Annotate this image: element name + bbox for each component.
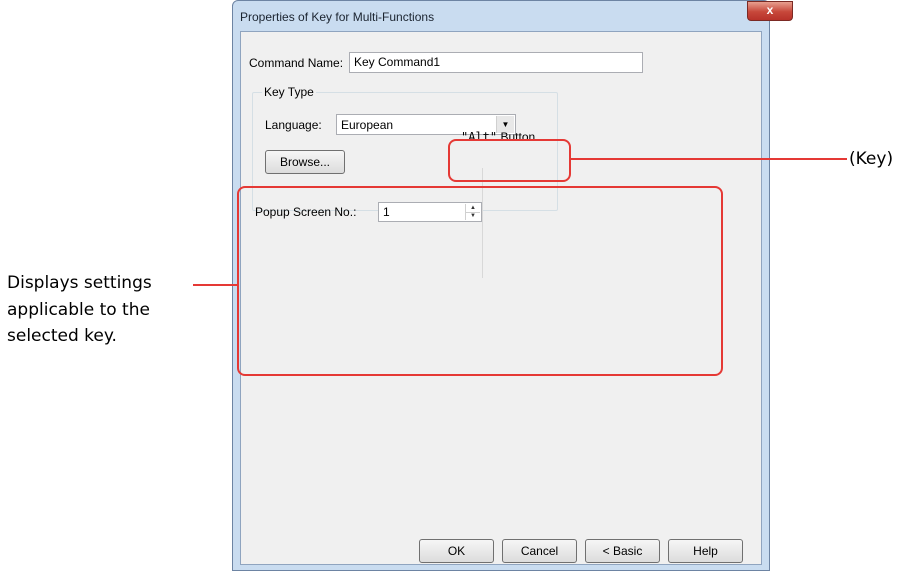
key-type-group-title: Key Type bbox=[262, 85, 316, 99]
close-button[interactable]: x bbox=[747, 1, 793, 21]
key-callout-line bbox=[571, 158, 847, 160]
key-callout-text: (Key) bbox=[849, 149, 894, 169]
settings-highlight-box bbox=[237, 186, 723, 376]
settings-callout-line2: applicable to the bbox=[7, 300, 150, 320]
settings-callout-line3: selected key. bbox=[7, 326, 117, 346]
command-name-label: Command Name: bbox=[249, 56, 344, 70]
basic-button[interactable]: < Basic bbox=[585, 539, 660, 563]
language-selected-value: European bbox=[341, 118, 394, 132]
settings-callout-line bbox=[193, 284, 237, 286]
browse-button[interactable]: Browse... bbox=[265, 150, 345, 174]
cancel-button[interactable]: Cancel bbox=[502, 539, 577, 563]
close-icon: x bbox=[747, 1, 793, 21]
language-label: Language: bbox=[265, 118, 322, 132]
key-highlight-box bbox=[448, 139, 571, 182]
window-title: Properties of Key for Multi-Functions bbox=[240, 10, 435, 24]
settings-callout-line1: Displays settings bbox=[7, 273, 152, 293]
ok-button[interactable]: OK bbox=[419, 539, 494, 563]
help-button[interactable]: Help bbox=[668, 539, 743, 563]
command-name-input[interactable]: Key Command1 bbox=[349, 52, 643, 73]
title-bar[interactable]: Properties of Key for Multi-Functions x bbox=[233, 1, 793, 31]
